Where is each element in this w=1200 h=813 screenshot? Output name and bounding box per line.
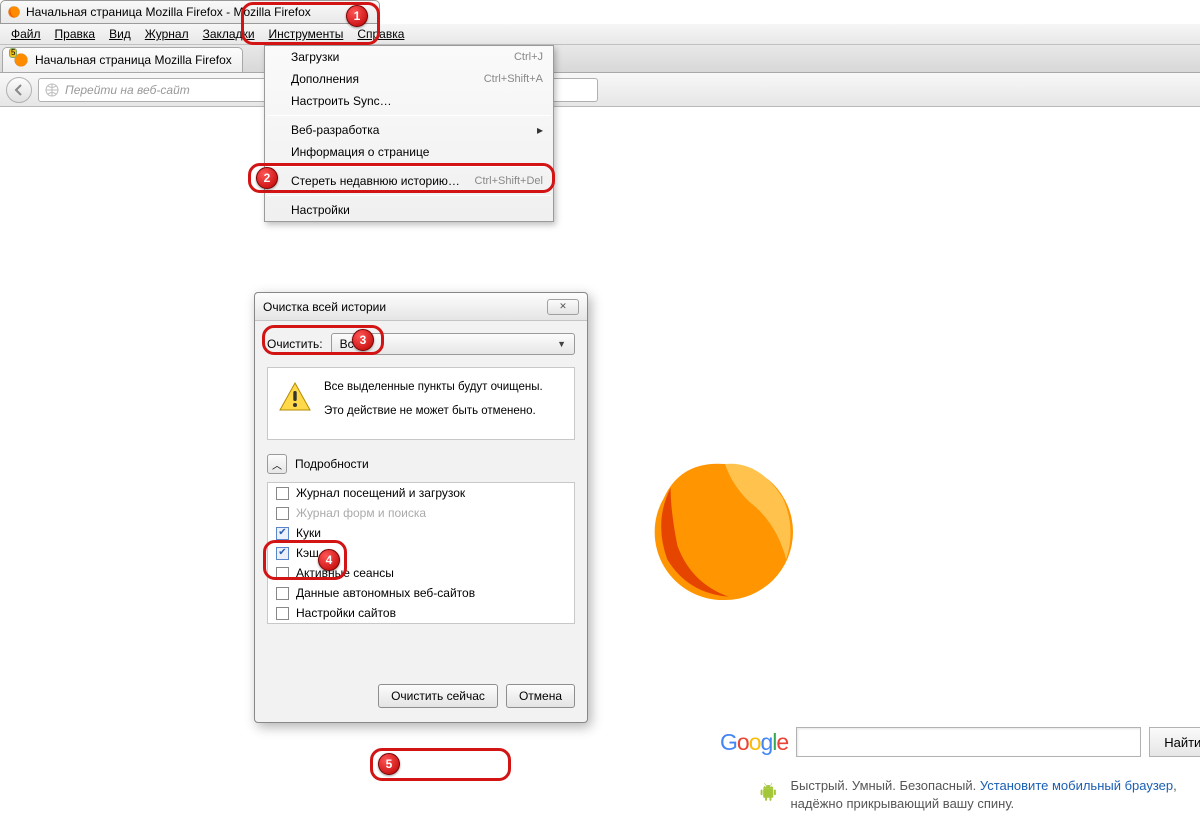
submenu-arrow-icon: ▸: [537, 123, 543, 137]
warning-text-1: Все выделенные пункты будут очищены.: [324, 380, 543, 396]
google-logo: Google: [720, 729, 788, 756]
check-sessions[interactable]: Активные сеансы: [268, 563, 574, 583]
clear-now-button[interactable]: Очистить сейчас: [378, 684, 498, 708]
menu-item-downloads[interactable]: ЗагрузкиCtrl+J: [265, 46, 553, 68]
details-toggle[interactable]: ︿: [267, 454, 287, 474]
clear-range-combo[interactable]: Всё ▼: [331, 333, 575, 355]
menu-item-addons[interactable]: ДополненияCtrl+Shift+A: [265, 68, 553, 90]
warning-text-2: Это действие не может быть отменено.: [324, 404, 543, 420]
check-offline[interactable]: Данные автономных веб-сайтов: [268, 583, 574, 603]
search-row: Google Найти: [720, 727, 1200, 757]
menu-separator: [267, 115, 551, 116]
details-checklist: Журнал посещений и загрузок Журнал форм …: [267, 482, 575, 624]
tab-home[interactable]: 5 Начальная страница Mozilla Firefox: [2, 47, 243, 72]
menu-separator: [267, 166, 551, 167]
window-title: Начальная страница Mozilla Firefox - Moz…: [26, 5, 311, 19]
clear-range-label: Очистить:: [267, 337, 323, 351]
tab-strip: 5 Начальная страница Mozilla Firefox: [0, 45, 1200, 73]
checkbox-icon: [276, 567, 289, 580]
checkbox-icon: [276, 487, 289, 500]
menu-item-clear-history[interactable]: Стереть недавнюю историю…Ctrl+Shift+Del: [265, 170, 553, 192]
menu-edit[interactable]: Правка: [48, 25, 103, 43]
check-siteprefs[interactable]: Настройки сайтов: [268, 603, 574, 623]
menu-item-pageinfo[interactable]: Информация о странице: [265, 141, 553, 163]
tab-badge: 5: [9, 48, 17, 58]
tools-menu: ЗагрузкиCtrl+J ДополненияCtrl+Shift+A На…: [264, 45, 554, 222]
firefox-icon: [7, 5, 21, 19]
check-forms: Журнал форм и поиска: [268, 503, 574, 523]
dialog-title: Очистка всей истории: [263, 300, 386, 314]
arrow-left-icon: [13, 84, 25, 96]
menu-help[interactable]: Справка: [350, 25, 411, 43]
navbar: Перейти на веб-сайт: [0, 73, 1200, 107]
details-label: Подробности: [295, 457, 369, 471]
close-icon: ✕: [559, 301, 567, 312]
menu-view[interactable]: Вид: [102, 25, 138, 43]
menu-tools[interactable]: Инструменты: [262, 25, 351, 43]
checkbox-checked-icon: ✔: [276, 547, 289, 560]
menubar: Файл Правка Вид Журнал Закладки Инструме…: [0, 24, 1200, 45]
menu-file[interactable]: Файл: [4, 25, 48, 43]
menu-item-sync[interactable]: Настроить Sync…: [265, 90, 553, 112]
chevron-up-icon: ︿: [272, 457, 282, 472]
checkbox-icon: [276, 587, 289, 600]
warning-box: Все выделенные пункты будут очищены. Это…: [267, 367, 575, 440]
clear-history-dialog: Очистка всей истории ✕ Очистить: Всё ▼ В…: [254, 292, 588, 723]
check-cookies[interactable]: ✔Куки: [268, 523, 574, 543]
menu-history[interactable]: Журнал: [138, 25, 196, 43]
page-content: Google Найти Быстрый. Умный. Безопасный.…: [0, 107, 1200, 800]
menu-item-webdev[interactable]: Веб-разработка▸: [265, 119, 553, 141]
chevron-down-icon: ▼: [557, 339, 566, 349]
menu-bookmarks[interactable]: Закладки: [196, 25, 262, 43]
promo-text: Быстрый. Умный. Безопасный. Установите м…: [760, 777, 1180, 813]
search-button[interactable]: Найти: [1149, 727, 1200, 757]
tab-label: Начальная страница Mozilla Firefox: [35, 53, 232, 67]
window-titlebar: Начальная страница Mozilla Firefox - Moz…: [0, 0, 380, 24]
check-cache[interactable]: ✔Кэш: [268, 543, 574, 563]
checkbox-icon: [276, 507, 289, 520]
menu-separator: [267, 195, 551, 196]
menu-item-preferences[interactable]: Настройки: [265, 199, 553, 221]
combo-value: Всё: [340, 337, 361, 351]
firefox-logo-large: [640, 447, 1180, 617]
dialog-close-button[interactable]: ✕: [547, 299, 579, 315]
checkbox-checked-icon: ✔: [276, 527, 289, 540]
dialog-titlebar: Очистка всей истории ✕: [255, 293, 587, 321]
back-button[interactable]: [6, 77, 32, 103]
globe-icon: [45, 83, 59, 97]
search-input[interactable]: [796, 727, 1141, 757]
checkbox-icon: [276, 607, 289, 620]
url-placeholder: Перейти на веб-сайт: [65, 83, 190, 97]
cancel-button[interactable]: Отмена: [506, 684, 575, 708]
android-icon: [760, 777, 777, 807]
warning-icon: [278, 380, 312, 414]
check-browsing[interactable]: Журнал посещений и загрузок: [268, 483, 574, 503]
promo-link[interactable]: Установите мобильный браузер: [980, 778, 1173, 793]
